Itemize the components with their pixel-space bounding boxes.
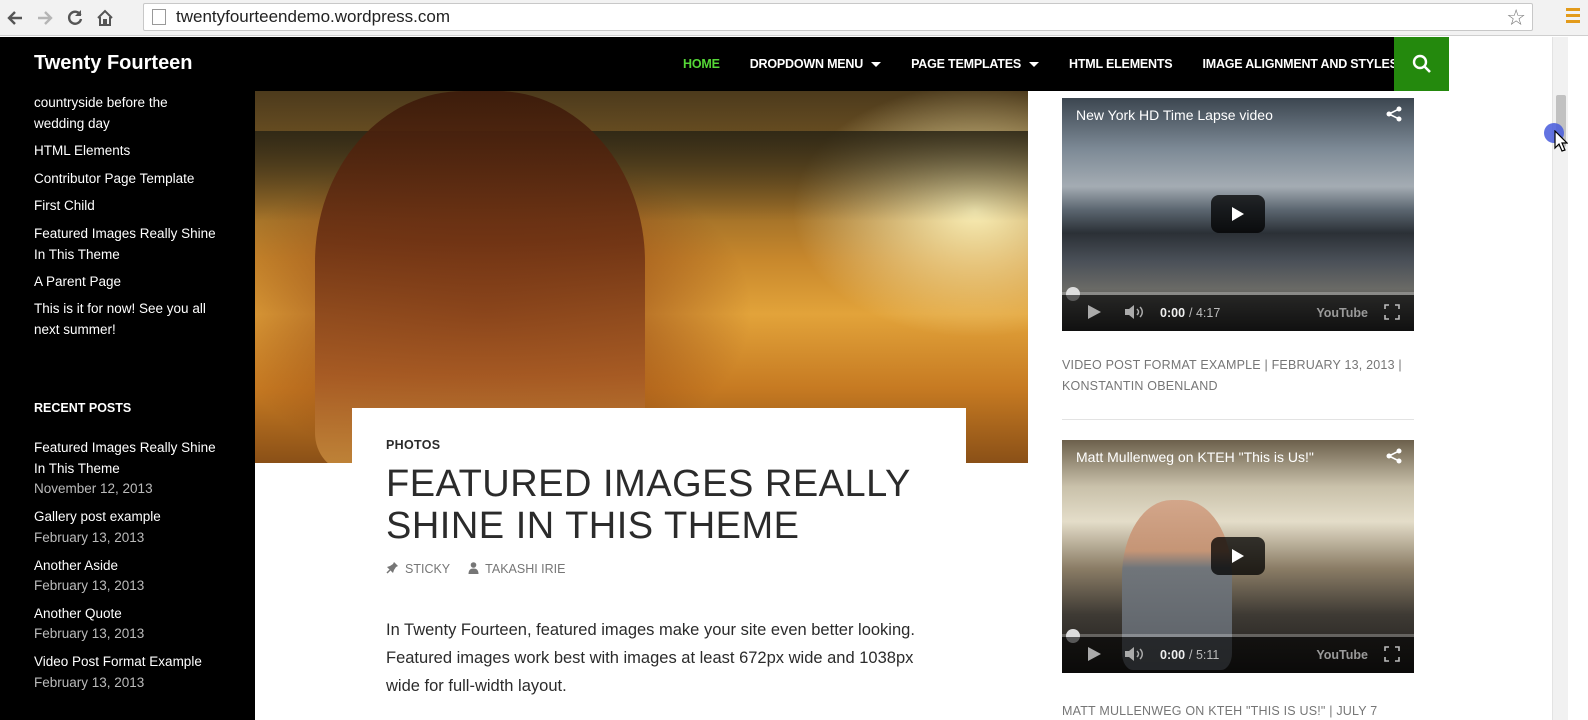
back-icon[interactable] — [0, 3, 30, 33]
sticky-label: STICKY — [405, 562, 451, 576]
home-icon[interactable] — [90, 3, 120, 33]
author-meta: TAKASHI IRIE — [468, 561, 566, 577]
recent-post-link[interactable]: Another Quote — [34, 604, 219, 625]
menu-item-home[interactable]: HOME — [683, 57, 720, 71]
sidebar-page-link[interactable]: This is it for now! See you all next sum… — [34, 299, 219, 340]
menu-item-label: HOME — [683, 57, 720, 71]
share-icon[interactable] — [1386, 448, 1402, 469]
address-bar[interactable]: twentyfourteendemo.wordpress.com ☆ — [143, 3, 1533, 31]
mouse-cursor-icon — [1554, 129, 1569, 157]
category-link[interactable]: PHOTOS — [386, 438, 440, 452]
video-controls: 0:00 / 4:17 YouTube — [1062, 295, 1414, 331]
sidebar-page-link[interactable]: First Child — [34, 196, 219, 217]
caret-down-icon — [1029, 61, 1040, 67]
forward-icon[interactable] — [30, 3, 60, 33]
play-button[interactable] — [1211, 195, 1265, 233]
video-embed[interactable]: Matt Mullenweg on KTEH "This is Us!" 0:0… — [1062, 440, 1414, 673]
menu-item-page-templates[interactable]: PAGE TEMPLATES — [911, 57, 1040, 71]
video-current-time: 0:00 — [1160, 648, 1186, 662]
user-icon — [468, 561, 479, 577]
recent-post-date: February 13, 2013 — [34, 626, 145, 641]
bookmark-star-icon[interactable]: ☆ — [1506, 5, 1526, 31]
youtube-logo-icon[interactable]: YouTube — [1316, 306, 1368, 320]
page-viewport: Twenty Fourteen HOME DROPDOWN MENU PAGE … — [0, 37, 1552, 720]
menu-item-label: DROPDOWN MENU — [749, 57, 864, 71]
volume-icon[interactable] — [1124, 646, 1146, 665]
play-icon — [1232, 207, 1244, 221]
entry-content: In Twenty Fourteen, featured images make… — [386, 621, 915, 695]
entry-meta: STICKY TAKASHI IRIE — [386, 561, 584, 577]
video-current-time: 0:00 — [1160, 306, 1186, 320]
video-title[interactable]: Matt Mullenweg on KTEH "This is Us!" — [1076, 449, 1314, 465]
video-post-meta[interactable]: MATT MULLENWEG ON KTEH "THIS IS US!" | J… — [1062, 701, 1414, 720]
menu-item-dropdown-menu[interactable]: DROPDOWN MENU — [749, 57, 882, 71]
site-header: Twenty Fourteen HOME DROPDOWN MENU PAGE … — [0, 37, 1449, 91]
video-duration: / 5:11 — [1189, 648, 1220, 662]
play-icon[interactable] — [1086, 304, 1102, 323]
video-controls: 0:00 / 5:11 YouTube — [1062, 637, 1414, 673]
left-sidebar: countryside before the wedding day HTML … — [0, 91, 255, 720]
youtube-logo-icon[interactable]: YouTube — [1316, 648, 1368, 662]
video-post-meta[interactable]: VIDEO POST FORMAT EXAMPLE | FEBRUARY 13,… — [1062, 355, 1414, 397]
video-embed[interactable]: New York HD Time Lapse video 0:00 / 4:17… — [1062, 98, 1414, 331]
recent-post-link[interactable]: Gallery post example — [34, 507, 219, 528]
post-divider — [1062, 419, 1414, 420]
menu-item-label: PAGE TEMPLATES — [911, 57, 1022, 71]
menu-item-label: IMAGE ALIGNMENT AND STYLES — [1202, 57, 1398, 71]
share-icon[interactable] — [1386, 106, 1402, 127]
sticky-meta: STICKY — [386, 561, 450, 577]
caret-down-icon — [871, 61, 882, 67]
volume-icon[interactable] — [1124, 304, 1146, 323]
browser-menu-icon[interactable] — [1566, 8, 1580, 26]
recent-post-link[interactable]: Featured Images Really Shine In This The… — [34, 438, 219, 479]
reload-icon[interactable] — [60, 3, 90, 33]
video-duration: / 4:17 — [1189, 306, 1221, 320]
sidebar-page-link[interactable]: Featured Images Really Shine In This The… — [34, 224, 219, 265]
recent-post-date: November 12, 2013 — [34, 481, 153, 496]
menu-item-html-elements[interactable]: HTML ELEMENTS — [1069, 57, 1173, 71]
play-button[interactable] — [1211, 537, 1265, 575]
fullscreen-icon[interactable] — [1384, 645, 1400, 665]
recent-post-link[interactable]: Another Aside — [34, 556, 219, 577]
play-icon — [1232, 549, 1244, 563]
site-title[interactable]: Twenty Fourteen — [34, 52, 193, 75]
pin-icon — [386, 561, 399, 577]
sidebar-page-link[interactable]: countryside before the wedding day — [34, 93, 219, 134]
page-icon — [152, 9, 166, 25]
search-toggle-button[interactable] — [1394, 37, 1449, 91]
entry-header: PHOTOS FEATURED IMAGES REALLY SHINE IN T… — [352, 408, 966, 720]
browser-toolbar: twentyfourteendemo.wordpress.com ☆ — [0, 0, 1588, 36]
author-link[interactable]: TAKASHI IRIE — [485, 562, 565, 576]
recent-post-link[interactable]: Video Post Format Example — [34, 652, 219, 673]
recent-post-date: February 13, 2013 — [34, 530, 145, 545]
entry-title[interactable]: FEATURED IMAGES REALLY SHINE IN THIS THE… — [386, 463, 926, 547]
url-text: twentyfourteendemo.wordpress.com — [176, 7, 451, 26]
primary-menu: HOME DROPDOWN MENU PAGE TEMPLATES HTML E… — [683, 37, 1428, 91]
recent-posts-heading: RECENT POSTS — [34, 401, 132, 415]
sidebar-page-link[interactable]: A Parent Page — [34, 272, 219, 293]
video-title[interactable]: New York HD Time Lapse video — [1076, 107, 1273, 123]
menu-item-image-alignment[interactable]: IMAGE ALIGNMENT AND STYLES — [1202, 57, 1397, 71]
sidebar-page-link[interactable]: Contributor Page Template — [34, 169, 219, 190]
fullscreen-icon[interactable] — [1384, 303, 1400, 323]
menu-item-label: HTML ELEMENTS — [1069, 57, 1173, 71]
recent-post-date: February 13, 2013 — [34, 578, 145, 593]
sidebar-page-link[interactable]: HTML Elements — [34, 141, 219, 162]
play-icon[interactable] — [1086, 646, 1102, 665]
recent-post-date: February 13, 2013 — [34, 675, 145, 690]
search-icon — [1412, 54, 1431, 73]
